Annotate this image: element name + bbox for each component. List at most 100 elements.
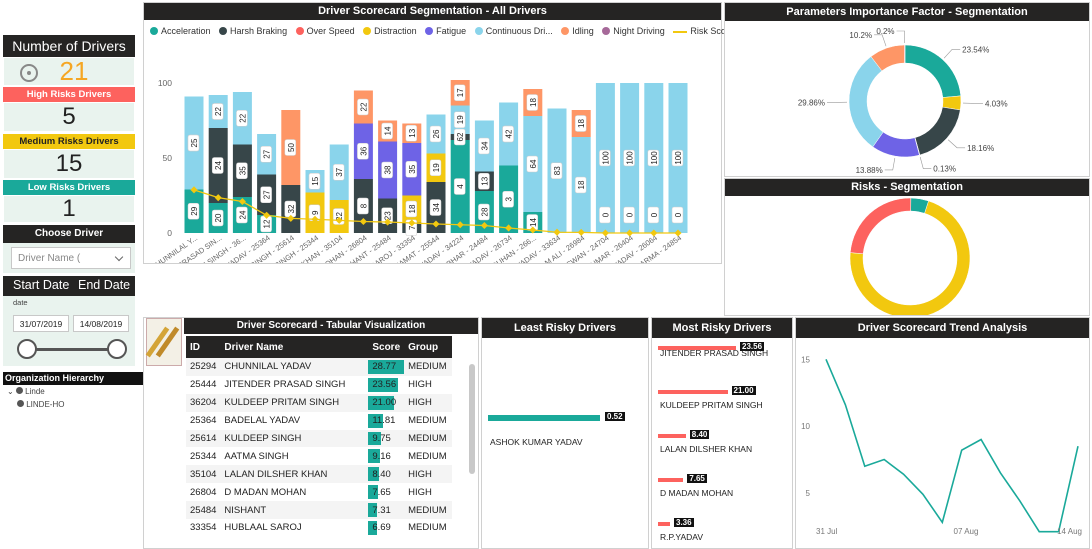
- col-score[interactable]: Score: [368, 336, 405, 358]
- bar-data-label: 29: [187, 203, 200, 220]
- importance-slice-label: 13.88%: [856, 166, 883, 175]
- table-row[interactable]: 25484 NISHANT 7.31 MEDIUM: [186, 501, 452, 520]
- bar-data-label: 25: [187, 134, 200, 152]
- bar-data-label: 22: [211, 103, 224, 120]
- trend-x-tick: 14 Aug: [1057, 527, 1082, 536]
- segmentation-legend: Acceleration Harsh Braking Over Speed Di…: [150, 26, 734, 40]
- data-label-text: 13: [480, 176, 489, 185]
- table-scrollbar[interactable]: [469, 364, 475, 474]
- score-text: 7.65: [372, 486, 391, 498]
- data-label-text: 0: [626, 212, 635, 217]
- most-risky-name: R.P.YADAV: [660, 532, 703, 542]
- cell-group: MEDIUM: [408, 433, 447, 444]
- start-date-slider-handle[interactable]: [17, 339, 37, 359]
- legend-fatigue[interactable]: Fatigue: [425, 26, 466, 36]
- trend-chart: 5 10 15 31 Jul 07 Aug 14 Aug: [801, 355, 1082, 536]
- scorecard-logo-icon: [145, 318, 182, 366]
- bar-data-label: 35: [236, 162, 248, 179]
- legend-night-driving[interactable]: Night Driving: [602, 26, 665, 36]
- table-row[interactable]: 26804 D MADAN MOHAN 7.65 HIGH: [186, 483, 452, 502]
- start-date-input[interactable]: 31/07/2019: [13, 315, 69, 332]
- number-of-drivers-value: 21: [59, 56, 89, 86]
- score-text: 8.40: [372, 468, 391, 480]
- data-label-text: 22: [359, 102, 368, 111]
- bar-data-label: 36: [357, 143, 369, 160]
- table-row[interactable]: 25444 JITENDER PRASAD SINGH 23.56 HIGH: [186, 375, 452, 394]
- table-row[interactable]: 25294 CHUNNILAL YADAV 28.77 MEDIUM: [186, 358, 452, 376]
- org-item-linde[interactable]: ⌄ Linde: [7, 387, 45, 396]
- bar-data-label: 15: [308, 173, 321, 190]
- bar-data-label: 100: [671, 149, 684, 167]
- bar-data-label: 27: [260, 146, 272, 163]
- data-label-text: 100: [650, 151, 659, 165]
- importance-slice-label: 0.13%: [933, 165, 956, 174]
- bar-data-label: 42: [502, 125, 514, 143]
- cell-driver-name: KULDEEP SINGH: [224, 433, 302, 444]
- org-item-linde-ho[interactable]: LINDE-HO: [17, 400, 64, 409]
- bar-data-label: 28: [478, 203, 490, 221]
- bar-data-label: 22: [236, 110, 248, 127]
- cell-id: 25344: [190, 450, 217, 462]
- least-risky-bar[interactable]: [488, 415, 600, 421]
- data-label-text: 34: [480, 141, 489, 150]
- most-risky-bar[interactable]: [658, 522, 670, 526]
- bar-data-label: 20: [211, 209, 224, 227]
- col-id[interactable]: ID: [186, 336, 221, 358]
- trend-x-tick: 07 Aug: [954, 527, 979, 536]
- tabular-title: Driver Scorecard - Tabular Visualization: [184, 318, 478, 334]
- score-text: 21.00: [372, 397, 397, 409]
- legend-over-speed[interactable]: Over Speed: [295, 26, 355, 36]
- most-risky-bar[interactable]: [658, 390, 728, 394]
- driver-name-dropdown[interactable]: Driver Name (: [11, 247, 131, 269]
- bar-data-label: 17: [453, 84, 466, 101]
- end-date-input[interactable]: 14/08/2019: [73, 315, 129, 332]
- date-slicer: Start Date End Date date 31/07/2019 14/0…: [3, 276, 135, 366]
- cell-driver-name: NISHANT: [224, 504, 267, 516]
- legend-idling[interactable]: Idling: [561, 26, 594, 36]
- cell-driver-name: CHUNNILAL YADAV: [224, 361, 312, 373]
- bar-data-label: 100: [623, 149, 635, 167]
- end-date-slider-handle[interactable]: [107, 339, 127, 359]
- bar-data-label: 26: [429, 125, 442, 143]
- legend-acceleration[interactable]: Acceleration: [150, 26, 211, 36]
- bar-data-label: 19: [453, 111, 466, 128]
- tabular-table: ID Driver Name Score Group 25294 CHUNNILA…: [186, 336, 452, 537]
- trend-y-tick: 10: [801, 422, 810, 431]
- table-row[interactable]: 25614 KULDEEP SINGH 9.75 MEDIUM: [186, 429, 452, 448]
- table-row[interactable]: 36204 KULDEEP PRITAM SINGH 21.00 HIGH: [186, 393, 452, 412]
- bar-data-label: 24: [211, 157, 224, 174]
- data-label-text: 12: [263, 219, 272, 228]
- trend-y-tick: 15: [801, 355, 810, 364]
- bar-data-label: 24: [236, 206, 248, 224]
- data-label-text: 28: [480, 207, 489, 216]
- segmentation-title: Driver Scorecard Segmentation - All Driv…: [144, 3, 721, 20]
- most-risky-name: D MADAN MOHAN: [660, 488, 734, 498]
- most-risky-bar[interactable]: [658, 434, 686, 438]
- legend-continuous[interactable]: Continuous Dri...: [474, 26, 553, 36]
- bar-data-label: 18: [574, 176, 587, 194]
- importance-leader-line: [919, 156, 932, 169]
- score-text: 28.77: [372, 361, 397, 373]
- col-group[interactable]: Group: [404, 336, 452, 358]
- data-label-text: 19: [456, 115, 465, 124]
- data-label-text: 24: [238, 210, 247, 219]
- col-driver-name[interactable]: Driver Name: [220, 336, 369, 358]
- data-label-text: 22: [214, 107, 223, 116]
- table-row[interactable]: 25344 AATMA SINGH 9.16 MEDIUM: [186, 447, 452, 466]
- org-item-label: Linde: [25, 387, 45, 396]
- data-label-text: 27: [263, 190, 272, 199]
- table-row[interactable]: 35104 LALAN DILSHER KHAN 8.40 HIGH: [186, 465, 452, 484]
- table-row[interactable]: 25364 BADELAL YADAV 11.81 MEDIUM: [186, 411, 452, 430]
- data-label-text: 18: [408, 204, 417, 213]
- most-risky-bar[interactable]: [658, 478, 684, 482]
- legend-distraction[interactable]: Distraction: [363, 26, 417, 36]
- most-risky-name: LALAN DILSHER KHAN: [660, 444, 753, 454]
- score-text: 23.56: [372, 379, 397, 391]
- table-row[interactable]: 33354 HUBLAAL SAROJ 6.69 MEDIUM: [186, 519, 452, 537]
- date-sublabel: date: [13, 298, 28, 307]
- bar-data-label: 0: [623, 206, 635, 224]
- legend-harsh-braking[interactable]: Harsh Braking: [219, 26, 287, 36]
- bar-data-label: 0: [671, 206, 684, 224]
- medium-risks-label: Medium Risks Drivers: [3, 134, 135, 149]
- bar-data-label: 18: [526, 94, 539, 111]
